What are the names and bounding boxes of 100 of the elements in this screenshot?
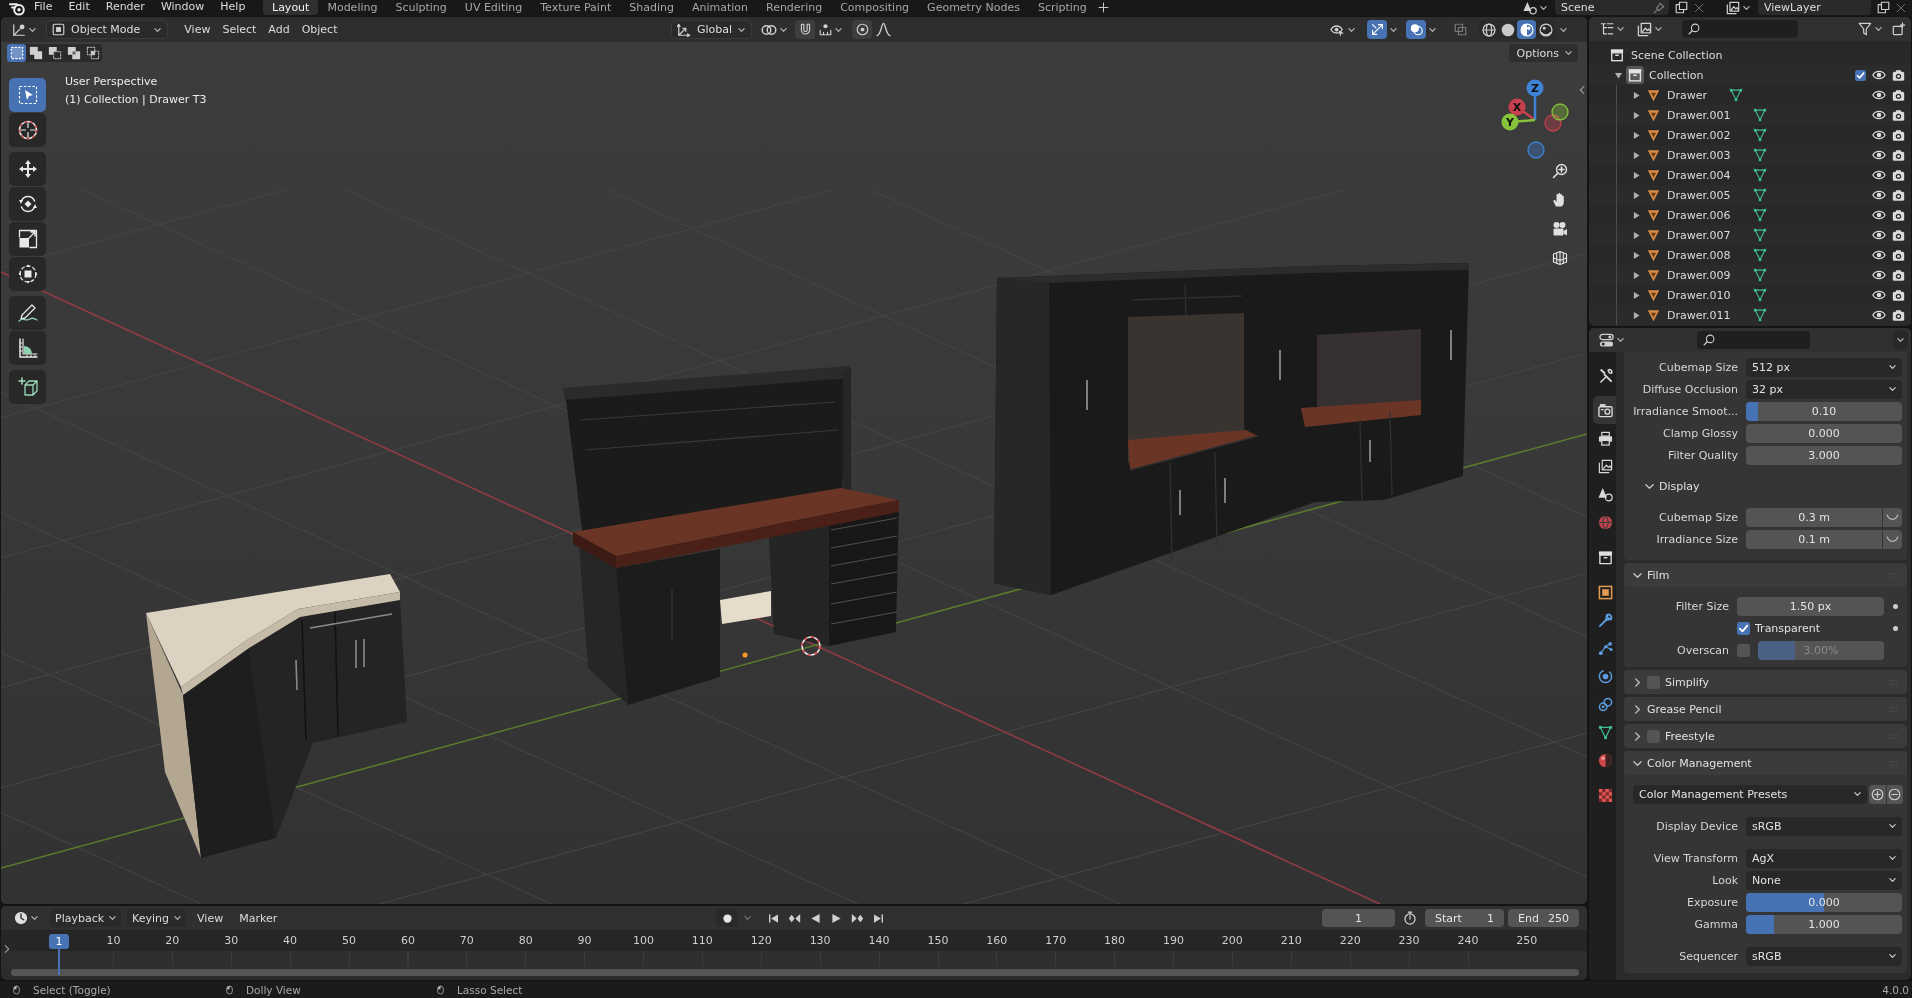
workspace-tab[interactable]: Scripting: [1028, 0, 1096, 15]
tree-item-label[interactable]: Drawer.011: [1667, 308, 1731, 322]
options-dropdown[interactable]: Options: [1508, 44, 1578, 62]
tool-button[interactable]: [9, 257, 46, 291]
navigation-gizmo[interactable]: X Z Y: [1489, 76, 1579, 166]
menu-dropdown[interactable]: Playback: [50, 909, 122, 927]
menu-dropdown[interactable]: Keying: [127, 909, 187, 927]
eye-icon[interactable]: [1872, 268, 1886, 282]
axis-dot-icon[interactable]: [1501, 113, 1519, 131]
proportional-toggle[interactable]: [852, 20, 873, 39]
camera-icon[interactable]: [1892, 188, 1905, 202]
tree-item-label[interactable]: Drawer.006: [1667, 208, 1731, 222]
add-preset-button[interactable]: [1869, 784, 1886, 804]
chevron-down-icon[interactable]: [1645, 481, 1654, 491]
tool-button[interactable]: [9, 152, 46, 186]
camera-icon[interactable]: [1892, 288, 1905, 302]
eye-icon[interactable]: [1872, 248, 1886, 262]
triangle-right-icon[interactable]: [1632, 151, 1640, 159]
panel-header[interactable]: Color Management: [1624, 751, 1907, 775]
triangle-down-icon[interactable]: [1614, 71, 1622, 79]
triangle-right-icon[interactable]: [1632, 291, 1640, 299]
chevron-down-icon[interactable]: [1633, 570, 1642, 580]
scene-name-field[interactable]: Scene: [1555, 0, 1669, 15]
camera-icon[interactable]: [1892, 88, 1905, 102]
zoom-in-icon[interactable]: [1552, 163, 1568, 179]
presets-dropdown[interactable]: Color Management Presets: [1633, 784, 1868, 804]
tool-button[interactable]: [9, 78, 46, 112]
dropdown[interactable]: 32 px: [1746, 379, 1902, 399]
eye-icon[interactable]: [1872, 68, 1886, 82]
tool-button[interactable]: [9, 370, 46, 404]
tree-item-label[interactable]: Drawer.007: [1667, 228, 1731, 242]
eye-icon[interactable]: [1872, 208, 1886, 222]
camera-icon[interactable]: [1892, 68, 1905, 82]
workspace-tab[interactable]: Rendering: [757, 0, 832, 15]
menu-item[interactable]: Edit: [61, 0, 97, 13]
grid-icon[interactable]: [1552, 250, 1568, 266]
snap-toggle[interactable]: [795, 20, 816, 39]
movie-camera-icon[interactable]: [1552, 221, 1568, 237]
number-field[interactable]: 0.000: [1746, 423, 1902, 443]
duplicate-icon[interactable]: [1675, 1, 1688, 14]
slider-field[interactable]: 0.10: [1746, 401, 1902, 421]
falloff-button[interactable]: [874, 20, 894, 39]
triangle-right-icon[interactable]: [1632, 131, 1640, 139]
eye-icon[interactable]: [1872, 128, 1886, 142]
shading-mode-button[interactable]: [1517, 20, 1537, 39]
workspace-tab[interactable]: Layout: [263, 0, 319, 15]
add-workspace-button[interactable]: [1095, 0, 1111, 14]
camera-icon[interactable]: [1892, 108, 1905, 122]
camera-icon[interactable]: [1892, 308, 1905, 322]
tool-button[interactable]: [9, 331, 46, 365]
workspace-tab[interactable]: Sculpting: [386, 0, 456, 15]
mode-dropdown[interactable]: Object Mode: [46, 20, 169, 39]
eye-icon[interactable]: [1872, 88, 1886, 102]
menu-item[interactable]: File: [27, 0, 60, 13]
start-frame-field[interactable]: Start 1: [1425, 909, 1504, 927]
view-layer-name-field[interactable]: ViewLayer: [1758, 0, 1871, 15]
chevron-left-icon[interactable]: [1579, 85, 1585, 95]
chevron-right-icon[interactable]: [1633, 731, 1642, 741]
dropdown[interactable]: 512 px: [1746, 357, 1902, 377]
tree-item-label[interactable]: Drawer.002: [1667, 128, 1731, 142]
checkbox[interactable]: [1647, 675, 1660, 689]
scene-selector-button[interactable]: [1521, 0, 1549, 15]
camera-icon[interactable]: [1892, 268, 1905, 282]
menu-item[interactable]: Object: [295, 20, 344, 39]
menu-item[interactable]: Help: [213, 0, 253, 13]
selection-mode-button[interactable]: [7, 44, 26, 62]
tool-button[interactable]: [9, 187, 46, 221]
slider-field[interactable]: 0.000: [1746, 892, 1902, 912]
axis-dot-icon[interactable]: [1508, 98, 1526, 116]
duplicate-icon[interactable]: [1877, 1, 1890, 14]
dropdown[interactable]: sRGB: [1746, 816, 1902, 836]
slider-field[interactable]: 1.000: [1746, 914, 1902, 934]
menu-item[interactable]: View: [178, 20, 217, 39]
axis-dot-icon[interactable]: [1526, 79, 1544, 97]
menu-item[interactable]: Add: [262, 20, 296, 39]
negative-axis-dot-icon[interactable]: [1544, 114, 1562, 132]
panel-header[interactable]: Freestyle: [1624, 724, 1907, 748]
filter-button[interactable]: [1856, 20, 1884, 38]
menu-item[interactable]: View: [192, 909, 229, 927]
eye-icon[interactable]: [1872, 108, 1886, 122]
workspace-tab[interactable]: Animation: [682, 0, 757, 15]
camera-icon[interactable]: [1892, 168, 1905, 182]
tool-button[interactable]: [9, 113, 46, 147]
tree-item-label[interactable]: Drawer.005: [1667, 188, 1731, 202]
dropdown[interactable]: None: [1746, 870, 1902, 890]
camera-icon[interactable]: [1892, 248, 1905, 262]
camera-icon[interactable]: [1892, 148, 1905, 162]
search-field[interactable]: [1697, 331, 1810, 349]
editor-type-button[interactable]: [1597, 331, 1626, 349]
eye-icon[interactable]: [1872, 288, 1886, 302]
tree-item-label[interactable]: Scene Collection: [1631, 48, 1723, 62]
dot-icon[interactable]: [1893, 625, 1898, 631]
number-field[interactable]: 1.50 px: [1737, 596, 1884, 616]
tree-item-label[interactable]: Drawer.003: [1667, 148, 1731, 162]
eye-icon[interactable]: [1872, 148, 1886, 162]
triangle-right-icon[interactable]: [1632, 211, 1640, 219]
workspace-tab[interactable]: Modeling: [318, 0, 387, 15]
dropdown[interactable]: AgX: [1746, 848, 1902, 868]
remove-preset-button[interactable]: [1886, 784, 1903, 804]
options-dropdown-button[interactable]: [1893, 331, 1908, 349]
